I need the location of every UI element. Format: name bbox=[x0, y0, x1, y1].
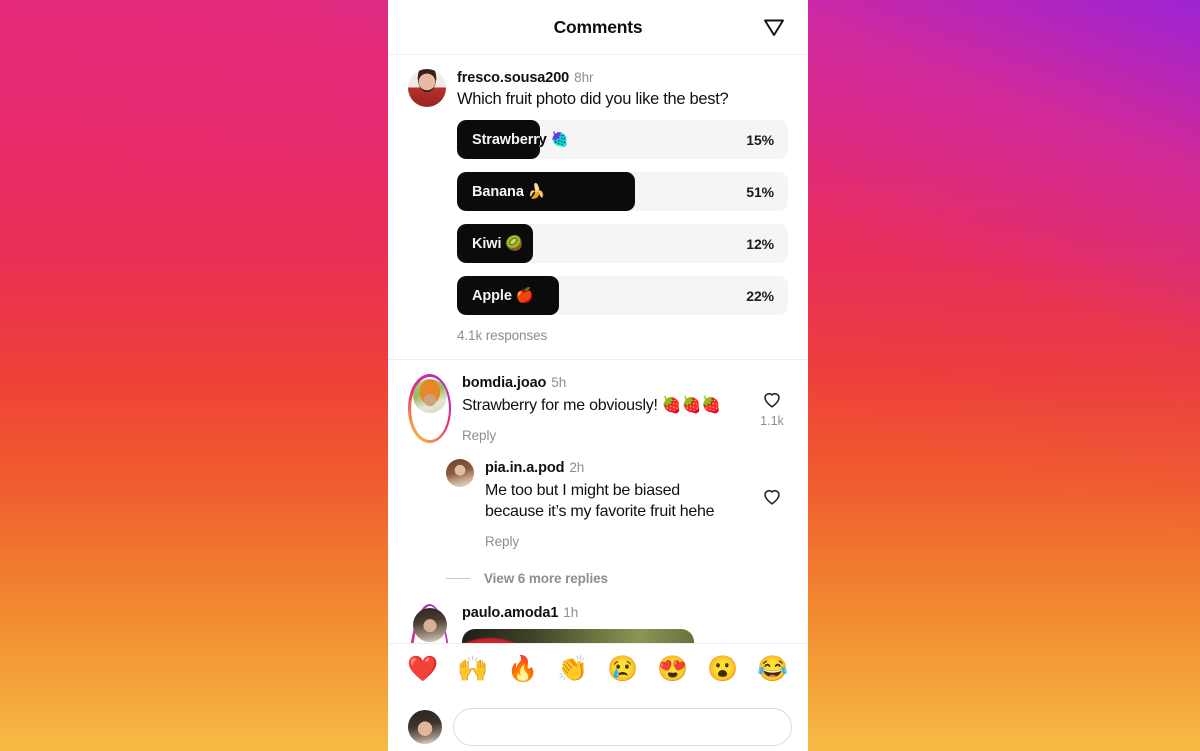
joy-face-emoji[interactable]: 😂 bbox=[757, 657, 788, 682]
heart-icon[interactable] bbox=[761, 485, 783, 507]
comment-text: Strawberry for me obviously! 🍓🍓🍓 bbox=[462, 397, 721, 414]
poll-option-kiwi[interactable]: Kiwi 🥝 12% bbox=[457, 224, 788, 263]
strawberry-emoji: 🍓 bbox=[550, 132, 569, 148]
comment-author-line: pia.in.a.pod 2h bbox=[485, 459, 752, 477]
timestamp: 1h bbox=[563, 604, 579, 620]
view-more-replies-button[interactable]: View 6 more replies bbox=[388, 549, 808, 586]
poll-option-label: Apple 🍎 bbox=[472, 288, 534, 304]
apple-emoji: 🍎 bbox=[515, 288, 534, 304]
banana-emoji: 🍌 bbox=[527, 184, 546, 200]
username[interactable]: fresco.sousa200 bbox=[457, 70, 569, 86]
raising-hands-emoji[interactable]: 🙌 bbox=[457, 657, 488, 682]
clapping-hands-emoji[interactable]: 👏 bbox=[557, 657, 588, 682]
poll-option-percent: 22% bbox=[746, 287, 774, 304]
poll-option-label: Strawberry 🍓 bbox=[472, 132, 569, 148]
poll-option-percent: 15% bbox=[746, 131, 774, 148]
poll-option-label: Banana 🍌 bbox=[472, 184, 546, 200]
poll-response-count: 4.1k responses bbox=[457, 328, 548, 343]
username[interactable]: pia.in.a.pod bbox=[485, 460, 564, 476]
send-icon[interactable] bbox=[760, 13, 788, 41]
comment-input[interactable] bbox=[453, 708, 792, 746]
comment-composer bbox=[388, 695, 808, 751]
avatar[interactable] bbox=[408, 69, 446, 107]
poll-question: Which fruit photo did you like the best? bbox=[457, 90, 729, 108]
like-count: 1.1k bbox=[760, 414, 784, 428]
heart-eyes-emoji[interactable]: 😍 bbox=[657, 657, 688, 682]
comment-author-line: paulo.amoda1 1h bbox=[462, 604, 792, 622]
timestamp: 2h bbox=[569, 459, 585, 475]
comment-text: Me too but I might be biased because it’… bbox=[485, 481, 715, 521]
heart-icon[interactable] bbox=[761, 388, 783, 410]
reply-button[interactable]: Reply bbox=[485, 534, 752, 549]
fire-emoji[interactable]: 🔥 bbox=[507, 657, 538, 682]
kiwi-emoji: 🥝 bbox=[505, 236, 524, 252]
avatar[interactable] bbox=[446, 458, 474, 487]
avatar[interactable] bbox=[412, 608, 447, 643]
comment-author-line: bomdia.joao 5h bbox=[462, 374, 752, 392]
comment-reply-item: pia.in.a.pod 2h Me too but I might be bia… bbox=[388, 443, 808, 549]
poll-option-apple[interactable]: Apple 🍎 22% bbox=[457, 276, 788, 315]
reply-button[interactable]: Reply bbox=[462, 428, 752, 443]
comment-item: bomdia.joao 5h Strawberry for me obviousl… bbox=[388, 360, 808, 443]
avatar bbox=[408, 710, 442, 744]
story-ring[interactable] bbox=[408, 374, 451, 443]
poll-author-line: fresco.sousa200 8hr bbox=[457, 69, 788, 87]
poll-option-percent: 51% bbox=[746, 183, 774, 200]
comments-panel: Comments fresco.sousa200 8hr Which fruit … bbox=[388, 0, 808, 751]
poll-option-percent: 12% bbox=[746, 235, 774, 252]
timestamp: 8hr bbox=[574, 70, 594, 85]
red-heart-emoji[interactable]: ❤️ bbox=[407, 657, 438, 682]
username[interactable]: bomdia.joao bbox=[462, 375, 546, 391]
view-more-replies-label: View 6 more replies bbox=[484, 570, 608, 586]
poll-options-list: Strawberry 🍓 15% Banana 🍌 51% Kiwi 🥝 12% bbox=[457, 120, 788, 315]
timestamp: 5h bbox=[551, 375, 567, 390]
username[interactable]: paulo.amoda1 bbox=[462, 605, 558, 621]
comments-header: Comments bbox=[388, 0, 808, 55]
dash-divider-icon bbox=[446, 577, 470, 579]
poll-option-banana[interactable]: Banana 🍌 51% bbox=[457, 172, 788, 211]
poll-option-strawberry[interactable]: Strawberry 🍓 15% bbox=[457, 120, 788, 159]
poll-comment: fresco.sousa200 8hr Which fruit photo did… bbox=[388, 55, 808, 359]
page-title: Comments bbox=[553, 16, 643, 37]
surprised-face-emoji[interactable]: 😮 bbox=[707, 657, 738, 682]
crying-face-emoji[interactable]: 😢 bbox=[607, 657, 638, 682]
avatar[interactable] bbox=[412, 378, 447, 413]
emoji-quick-reaction-bar: ❤️ 🙌 🔥 👏 😢 😍 😮 😂 bbox=[388, 643, 808, 695]
poll-option-label: Kiwi 🥝 bbox=[472, 236, 524, 252]
